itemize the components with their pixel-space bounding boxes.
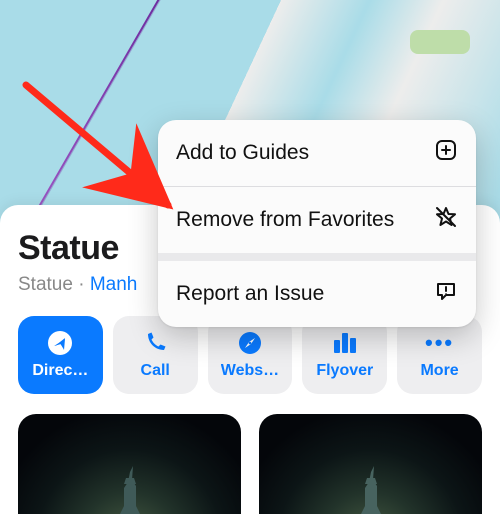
menu-group-separator — [158, 253, 476, 261]
menu-item-report-issue[interactable]: Report an Issue — [158, 261, 476, 327]
call-button[interactable]: Call — [113, 316, 198, 394]
star-slash-icon — [434, 205, 458, 235]
menu-item-add-to-guides[interactable]: Add to Guides — [158, 120, 476, 186]
map-park-shape — [410, 30, 470, 54]
place-type-label: Statue — [18, 274, 73, 295]
directions-button[interactable]: Direc… — [18, 316, 103, 394]
place-photo[interactable] — [18, 414, 241, 514]
menu-item-remove-from-favorites[interactable]: Remove from Favorites — [158, 187, 476, 253]
report-bubble-icon — [434, 279, 458, 309]
flyover-label: Flyover — [316, 362, 373, 380]
compass-icon — [237, 330, 263, 356]
map-route-line — [33, 0, 165, 216]
photo-row — [18, 414, 482, 514]
more-button[interactable]: ••• More — [397, 316, 482, 394]
website-label: Webs… — [221, 362, 279, 380]
statue-silhouette-icon — [347, 466, 395, 514]
menu-item-label: Add to Guides — [176, 141, 309, 165]
context-menu: Add to Guides Remove from Favorites Repo… — [158, 120, 476, 327]
call-label: Call — [141, 362, 170, 380]
separator: · — [73, 274, 90, 295]
buildings-icon — [331, 330, 359, 356]
flyover-button[interactable]: Flyover — [302, 316, 387, 394]
statue-silhouette-icon — [106, 466, 154, 514]
website-button[interactable]: Webs… — [208, 316, 293, 394]
plus-square-icon — [434, 138, 458, 168]
more-icon: ••• — [425, 330, 454, 356]
phone-icon — [142, 330, 168, 356]
menu-item-label: Remove from Favorites — [176, 208, 394, 232]
directions-label: Direc… — [32, 362, 88, 380]
action-row: Direc… Call Webs… — [18, 316, 482, 394]
menu-item-label: Report an Issue — [176, 282, 324, 306]
directions-icon — [47, 330, 73, 356]
place-location-link[interactable]: Manh — [90, 274, 138, 295]
more-label: More — [420, 362, 458, 380]
place-photo[interactable] — [259, 414, 482, 514]
